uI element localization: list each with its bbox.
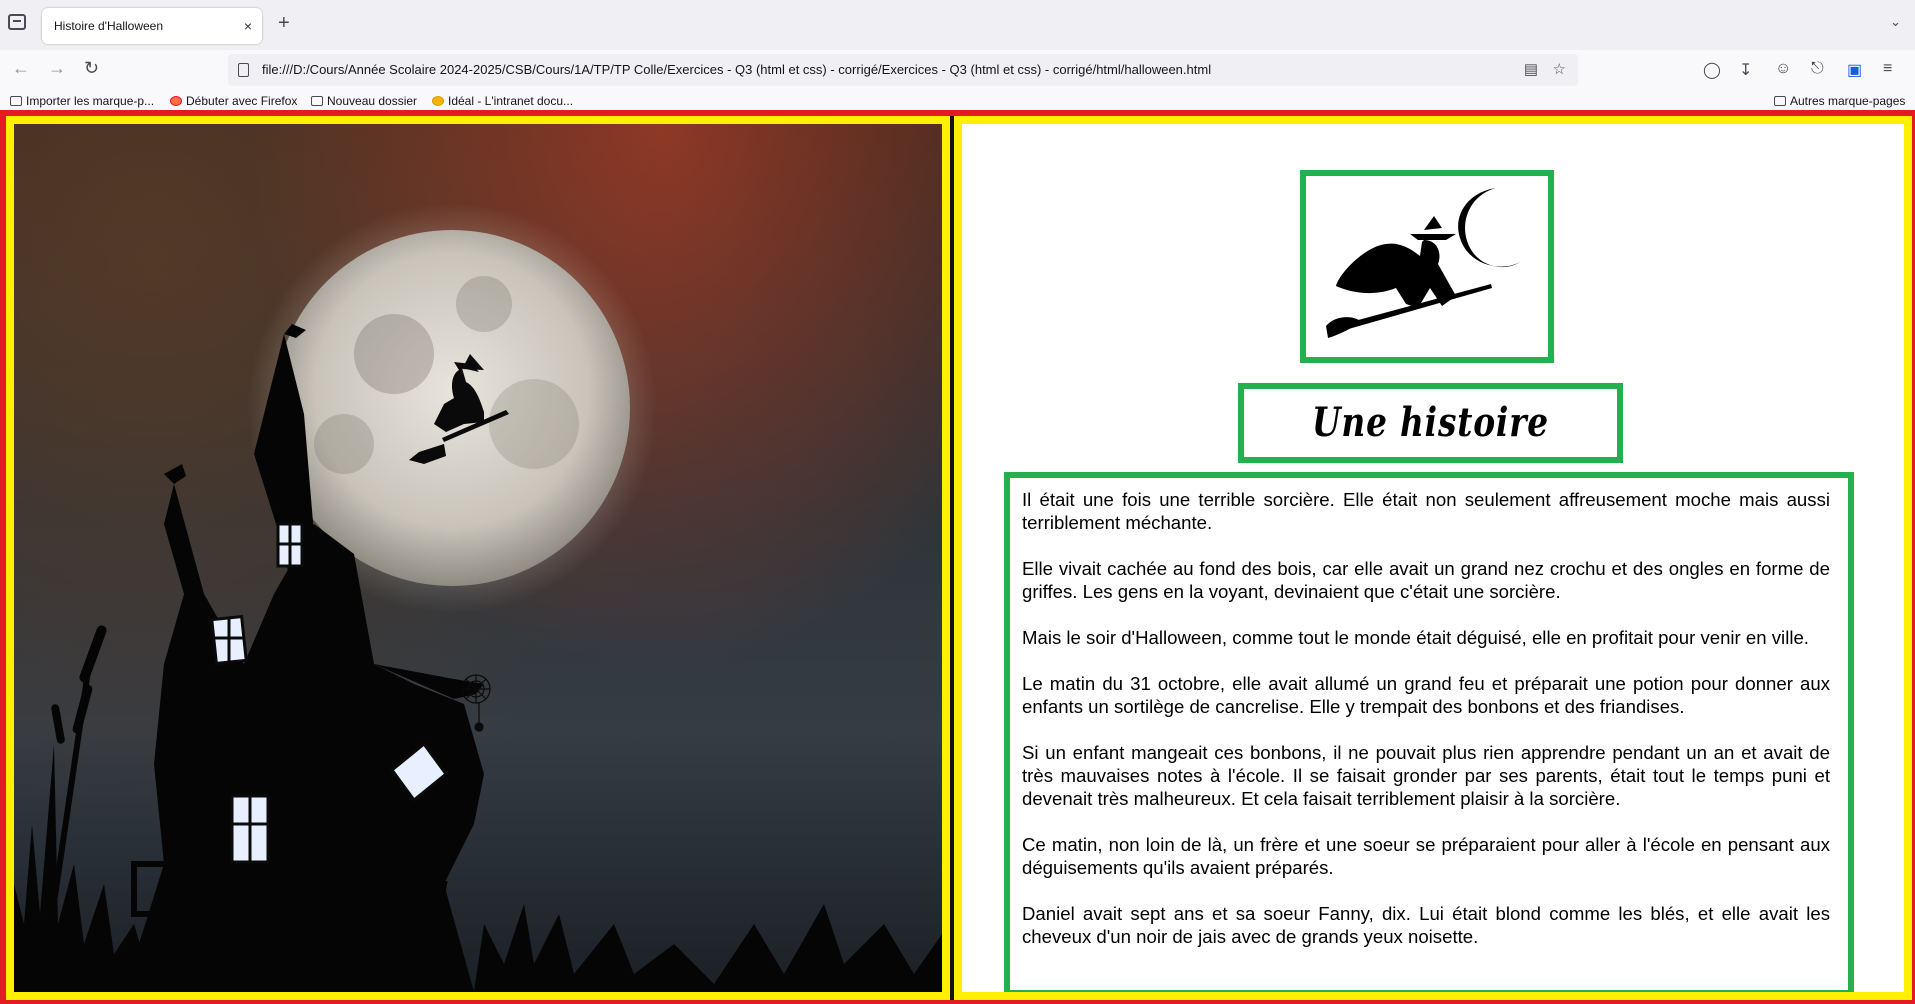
tab-halloween[interactable]: Histoire d'Halloween ×: [42, 8, 262, 44]
story-paragraph: Le matin du 31 octobre, elle avait allum…: [1022, 673, 1830, 717]
crescent-moon-icon: [1458, 188, 1520, 268]
haunted-house-scene: [14, 203, 942, 992]
witch-on-broom-icon: [1326, 216, 1492, 338]
tab-title: Histoire d'Halloween: [54, 19, 164, 33]
close-tab-icon[interactable]: ×: [244, 8, 252, 44]
address-bar[interactable]: file:///D:/Cours/Année Scolaire 2024-202…: [228, 54, 1578, 86]
menu-icon[interactable]: ≡: [1883, 60, 1892, 78]
pocket-icon[interactable]: ◯: [1703, 60, 1721, 80]
bookmarks-toolbar: Importer les marque-p... Débuter avec Fi…: [0, 92, 1915, 110]
folder-icon: [1774, 96, 1786, 106]
reader-view-icon[interactable]: ▤: [1524, 54, 1538, 86]
tab-list-icon[interactable]: [8, 14, 26, 30]
story-paragraph: Ce matin, non loin de là, un frère et un…: [1022, 834, 1830, 878]
tab-bar: Histoire d'Halloween × + ⌄: [0, 0, 1915, 50]
title-box: Une histoire d'halloween: [1238, 383, 1623, 514]
witch-moon-logo: [1326, 188, 1520, 338]
back-arrow-icon[interactable]: ←: [12, 58, 30, 79]
bookmark-folder[interactable]: Nouveau dossier: [311, 94, 417, 108]
download-icon[interactable]: ↧: [1739, 60, 1752, 80]
bitwarden-icon[interactable]: ▣: [1847, 60, 1862, 80]
halloween-illustration: [14, 124, 942, 992]
new-tab-button[interactable]: +: [278, 12, 290, 35]
story-paragraph: Elle vivait cachée au fond des bois, car…: [1022, 558, 1830, 602]
folder-icon: [311, 96, 323, 106]
page-icon: [238, 63, 249, 77]
firefox-icon: [170, 96, 182, 106]
story-paragraph: Mais le soir d'Halloween, comme tout le …: [1022, 627, 1809, 648]
ideal-icon: [432, 96, 444, 106]
other-bookmarks[interactable]: Autres marque-pages: [1774, 94, 1905, 108]
account-icon[interactable]: ☺: [1775, 60, 1791, 78]
bookmark-star-icon[interactable]: ☆: [1553, 54, 1566, 86]
extensions-icon[interactable]: ⎋: [1811, 60, 1824, 78]
navigation-toolbar: ← → ↻ file:///D:/Cours/Année Scolaire 20…: [0, 50, 1915, 92]
bookmark-ideal[interactable]: Idéal - L'intranet docu...: [432, 94, 573, 108]
bookmark-import[interactable]: Importer les marque-p...: [10, 94, 154, 108]
story-panel: Une histoire d'halloween Il était une fo…: [962, 124, 1904, 992]
left-image-frame: [6, 116, 950, 1000]
witch-logo-box: [1300, 170, 1554, 363]
page-viewport: Une histoire d'halloween Il était une fo…: [0, 110, 1915, 1004]
forward-arrow-icon[interactable]: →: [48, 58, 66, 79]
story-paragraph: Si un enfant mangeait ces bonbons, il ne…: [1022, 742, 1830, 809]
story-paragraph: Il était une fois une terrible sorcière.…: [1022, 489, 1830, 533]
reload-icon[interactable]: ↻: [84, 58, 99, 79]
right-text-frame: Une histoire d'halloween Il était une fo…: [954, 116, 1912, 1000]
bookmark-firefox[interactable]: Débuter avec Firefox: [170, 94, 297, 108]
chevron-down-icon[interactable]: ⌄: [1890, 14, 1901, 30]
story-box: Il était une fois une terrible sorcière.…: [1004, 472, 1854, 992]
story-paragraph: Daniel avait sept ans et sa soeur Fanny,…: [1022, 903, 1830, 947]
import-icon: [10, 96, 22, 106]
url-text: file:///D:/Cours/Année Scolaire 2024-202…: [262, 62, 1212, 77]
